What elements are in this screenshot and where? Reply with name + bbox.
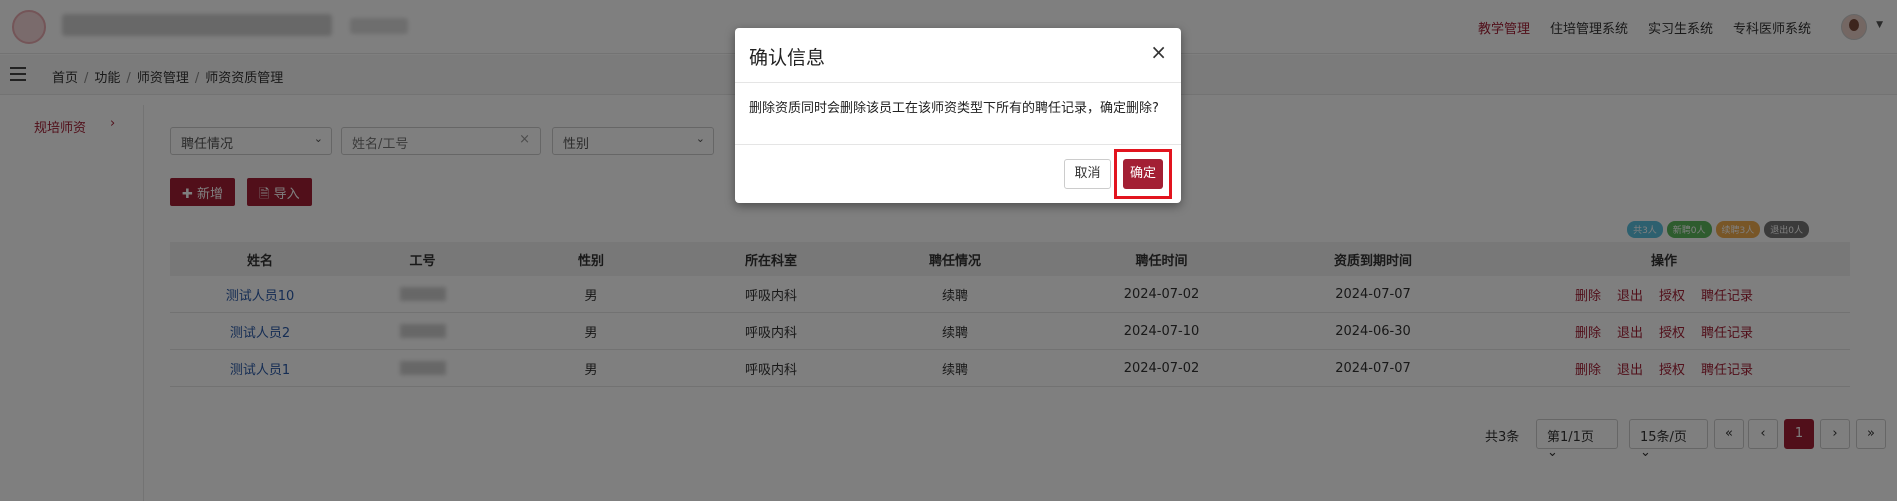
dialog-title: 确认信息 — [749, 47, 826, 69]
dialog-message: 删除资质同时会删除该员工在该师资类型下所有的聘任记录，确定删除? — [735, 83, 1181, 145]
confirm-highlight-box: 确定 — [1114, 149, 1172, 199]
confirm-button[interactable]: 确定 — [1123, 159, 1163, 189]
close-icon[interactable]: × — [1150, 40, 1167, 64]
cancel-button[interactable]: 取消 — [1064, 159, 1111, 189]
confirm-dialog: 确认信息 × 删除资质同时会删除该员工在该师资类型下所有的聘任记录，确定删除? … — [735, 28, 1181, 203]
dialog-header: 确认信息 × — [735, 28, 1181, 83]
